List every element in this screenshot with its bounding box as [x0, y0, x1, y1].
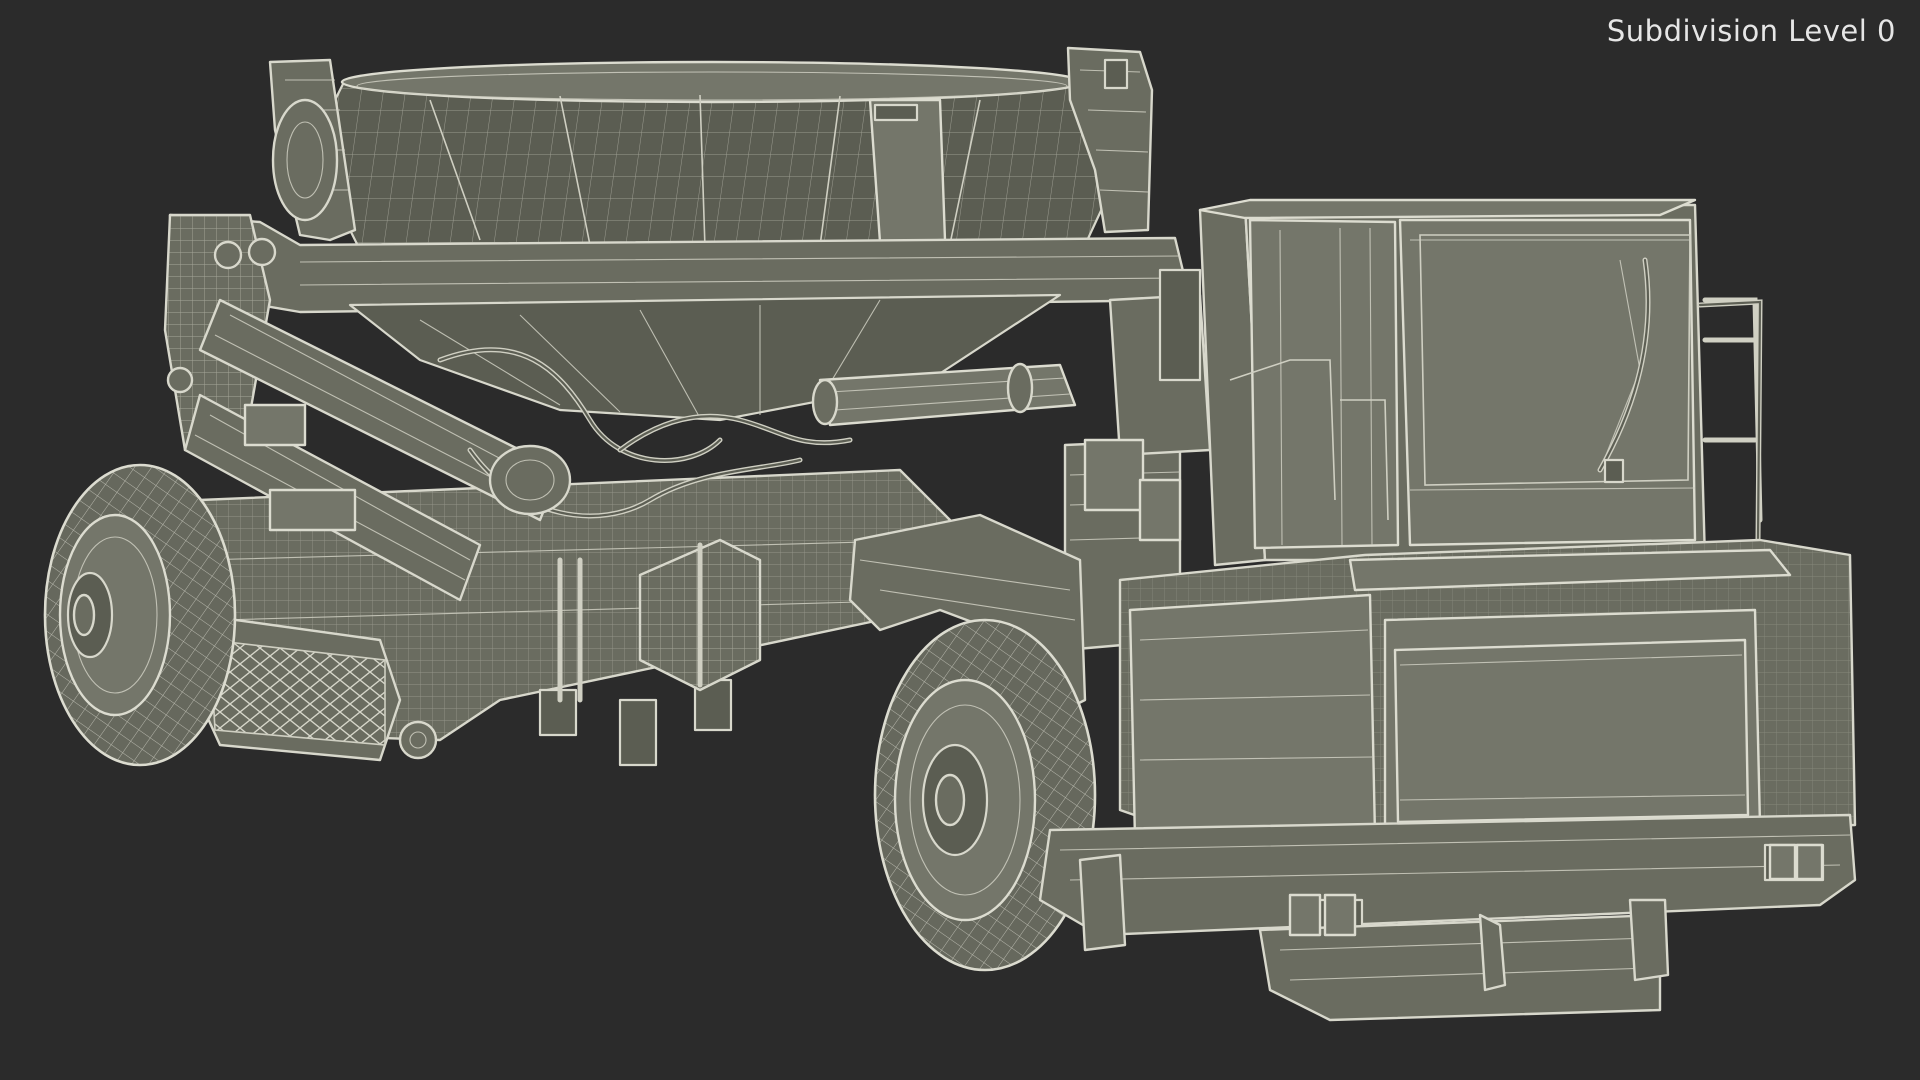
3d-viewport[interactable]: Subdivision Level 0	[0, 0, 1920, 1080]
hopper-bowl	[308, 60, 1122, 252]
operator-cab	[1158, 198, 1763, 567]
front-body	[1118, 538, 1857, 847]
front-bumper	[1038, 813, 1857, 1022]
subdivision-level-label: Subdivision Level 0	[1606, 14, 1896, 48]
wireframe-vehicle-render	[43, 46, 1857, 1022]
left-wheel	[43, 463, 237, 767]
front-wheel	[873, 618, 1097, 972]
